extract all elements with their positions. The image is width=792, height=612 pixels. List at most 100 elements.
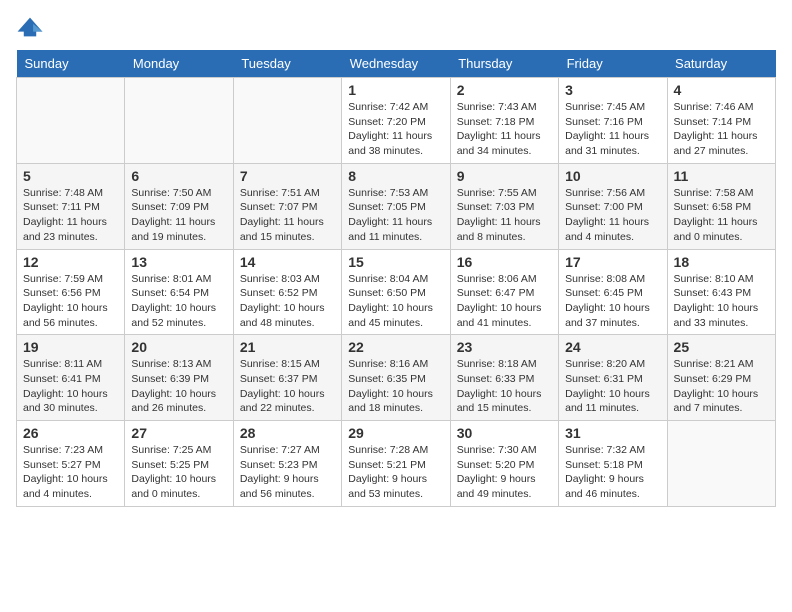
day-info: Sunrise: 8:10 AM Sunset: 6:43 PM Dayligh… xyxy=(674,272,769,331)
calendar-cell: 5 Sunrise: 7:48 AM Sunset: 7:11 PM Daylig… xyxy=(17,163,125,249)
day-info: Sunrise: 8:01 AM Sunset: 6:54 PM Dayligh… xyxy=(131,272,226,331)
day-number: 4 xyxy=(674,82,769,98)
calendar-cell: 25 Sunrise: 8:21 AM Sunset: 6:29 PM Dayli… xyxy=(667,335,775,421)
col-header-saturday: Saturday xyxy=(667,50,775,78)
col-header-thursday: Thursday xyxy=(450,50,558,78)
col-header-wednesday: Wednesday xyxy=(342,50,450,78)
day-number: 9 xyxy=(457,168,552,184)
col-header-monday: Monday xyxy=(125,50,233,78)
day-info: Sunrise: 7:55 AM Sunset: 7:03 PM Dayligh… xyxy=(457,186,552,245)
calendar-cell xyxy=(125,78,233,164)
day-number: 6 xyxy=(131,168,226,184)
day-number: 11 xyxy=(674,168,769,184)
day-info: Sunrise: 7:50 AM Sunset: 7:09 PM Dayligh… xyxy=(131,186,226,245)
calendar-cell: 4 Sunrise: 7:46 AM Sunset: 7:14 PM Daylig… xyxy=(667,78,775,164)
day-number: 25 xyxy=(674,339,769,355)
day-number: 8 xyxy=(348,168,443,184)
col-header-friday: Friday xyxy=(559,50,667,78)
day-number: 13 xyxy=(131,254,226,270)
day-info: Sunrise: 8:06 AM Sunset: 6:47 PM Dayligh… xyxy=(457,272,552,331)
calendar-cell: 30 Sunrise: 7:30 AM Sunset: 5:20 PM Dayli… xyxy=(450,421,558,507)
calendar-cell: 15Sunrise: 8:04 AM Sunset: 6:50 PM Dayli… xyxy=(342,249,450,335)
day-info: Sunrise: 7:23 AM Sunset: 5:27 PM Dayligh… xyxy=(23,443,118,502)
calendar-cell: 24 Sunrise: 8:20 AM Sunset: 6:31 PM Dayli… xyxy=(559,335,667,421)
day-number: 24 xyxy=(565,339,660,355)
logo xyxy=(16,16,48,38)
day-info: Sunrise: 7:32 AM Sunset: 5:18 PM Dayligh… xyxy=(565,443,660,502)
day-info: Sunrise: 8:21 AM Sunset: 6:29 PM Dayligh… xyxy=(674,357,769,416)
day-number: 10 xyxy=(565,168,660,184)
day-number: 30 xyxy=(457,425,552,441)
calendar-cell xyxy=(233,78,341,164)
day-info: Sunrise: 7:42 AM Sunset: 7:20 PM Dayligh… xyxy=(348,100,443,159)
calendar-cell: 29 Sunrise: 7:28 AM Sunset: 5:21 PM Dayli… xyxy=(342,421,450,507)
day-info: Sunrise: 8:18 AM Sunset: 6:33 PM Dayligh… xyxy=(457,357,552,416)
day-info: Sunrise: 7:30 AM Sunset: 5:20 PM Dayligh… xyxy=(457,443,552,502)
day-info: Sunrise: 7:51 AM Sunset: 7:07 PM Dayligh… xyxy=(240,186,335,245)
day-info: Sunrise: 8:16 AM Sunset: 6:35 PM Dayligh… xyxy=(348,357,443,416)
calendar-cell: 7Sunrise: 7:51 AM Sunset: 7:07 PM Daylig… xyxy=(233,163,341,249)
calendar-cell: 23Sunrise: 8:18 AM Sunset: 6:33 PM Dayli… xyxy=(450,335,558,421)
calendar-cell: 26 Sunrise: 7:23 AM Sunset: 5:27 PM Dayli… xyxy=(17,421,125,507)
day-info: Sunrise: 7:27 AM Sunset: 5:23 PM Dayligh… xyxy=(240,443,335,502)
day-number: 29 xyxy=(348,425,443,441)
day-number: 31 xyxy=(565,425,660,441)
day-info: Sunrise: 7:25 AM Sunset: 5:25 PM Dayligh… xyxy=(131,443,226,502)
calendar-cell: 22Sunrise: 8:16 AM Sunset: 6:35 PM Dayli… xyxy=(342,335,450,421)
day-info: Sunrise: 7:59 AM Sunset: 6:56 PM Dayligh… xyxy=(23,272,118,331)
calendar-cell: 28 Sunrise: 7:27 AM Sunset: 5:23 PM Dayli… xyxy=(233,421,341,507)
calendar-cell: 14Sunrise: 8:03 AM Sunset: 6:52 PM Dayli… xyxy=(233,249,341,335)
day-info: Sunrise: 7:58 AM Sunset: 6:58 PM Dayligh… xyxy=(674,186,769,245)
day-info: Sunrise: 7:56 AM Sunset: 7:00 PM Dayligh… xyxy=(565,186,660,245)
day-number: 12 xyxy=(23,254,118,270)
day-number: 2 xyxy=(457,82,552,98)
calendar-cell: 27 Sunrise: 7:25 AM Sunset: 5:25 PM Dayli… xyxy=(125,421,233,507)
calendar-cell: 31 Sunrise: 7:32 AM Sunset: 5:18 PM Dayli… xyxy=(559,421,667,507)
calendar-cell: 16 Sunrise: 8:06 AM Sunset: 6:47 PM Dayli… xyxy=(450,249,558,335)
day-info: Sunrise: 8:15 AM Sunset: 6:37 PM Dayligh… xyxy=(240,357,335,416)
calendar-cell xyxy=(667,421,775,507)
calendar-cell: 10 Sunrise: 7:56 AM Sunset: 7:00 PM Dayli… xyxy=(559,163,667,249)
page-header xyxy=(16,16,776,38)
day-info: Sunrise: 7:48 AM Sunset: 7:11 PM Dayligh… xyxy=(23,186,118,245)
col-header-sunday: Sunday xyxy=(17,50,125,78)
calendar-cell: 18Sunrise: 8:10 AM Sunset: 6:43 PM Dayli… xyxy=(667,249,775,335)
day-number: 19 xyxy=(23,339,118,355)
calendar-cell: 9 Sunrise: 7:55 AM Sunset: 7:03 PM Daylig… xyxy=(450,163,558,249)
calendar-cell: 19 Sunrise: 8:11 AM Sunset: 6:41 PM Dayli… xyxy=(17,335,125,421)
day-info: Sunrise: 8:04 AM Sunset: 6:50 PM Dayligh… xyxy=(348,272,443,331)
calendar-week-row: 19 Sunrise: 8:11 AM Sunset: 6:41 PM Dayli… xyxy=(17,335,776,421)
day-info: Sunrise: 8:13 AM Sunset: 6:39 PM Dayligh… xyxy=(131,357,226,416)
day-info: Sunrise: 7:43 AM Sunset: 7:18 PM Dayligh… xyxy=(457,100,552,159)
day-info: Sunrise: 8:11 AM Sunset: 6:41 PM Dayligh… xyxy=(23,357,118,416)
day-info: Sunrise: 8:20 AM Sunset: 6:31 PM Dayligh… xyxy=(565,357,660,416)
day-number: 21 xyxy=(240,339,335,355)
day-number: 16 xyxy=(457,254,552,270)
day-number: 26 xyxy=(23,425,118,441)
calendar-table: SundayMondayTuesdayWednesdayThursdayFrid… xyxy=(16,50,776,507)
calendar-week-row: 5 Sunrise: 7:48 AM Sunset: 7:11 PM Daylig… xyxy=(17,163,776,249)
calendar-cell: 11 Sunrise: 7:58 AM Sunset: 6:58 PM Dayli… xyxy=(667,163,775,249)
calendar-week-row: 1Sunrise: 7:42 AM Sunset: 7:20 PM Daylig… xyxy=(17,78,776,164)
calendar-cell: 13 Sunrise: 8:01 AM Sunset: 6:54 PM Dayli… xyxy=(125,249,233,335)
calendar-cell: 8 Sunrise: 7:53 AM Sunset: 7:05 PM Daylig… xyxy=(342,163,450,249)
day-number: 28 xyxy=(240,425,335,441)
calendar-header-row: SundayMondayTuesdayWednesdayThursdayFrid… xyxy=(17,50,776,78)
calendar-cell: 12 Sunrise: 7:59 AM Sunset: 6:56 PM Dayli… xyxy=(17,249,125,335)
day-info: Sunrise: 7:53 AM Sunset: 7:05 PM Dayligh… xyxy=(348,186,443,245)
calendar-week-row: 12 Sunrise: 7:59 AM Sunset: 6:56 PM Dayli… xyxy=(17,249,776,335)
calendar-cell xyxy=(17,78,125,164)
day-number: 27 xyxy=(131,425,226,441)
calendar-cell: 2 Sunrise: 7:43 AM Sunset: 7:18 PM Daylig… xyxy=(450,78,558,164)
logo-icon xyxy=(16,16,44,38)
calendar-cell: 17Sunrise: 8:08 AM Sunset: 6:45 PM Dayli… xyxy=(559,249,667,335)
day-info: Sunrise: 7:46 AM Sunset: 7:14 PM Dayligh… xyxy=(674,100,769,159)
day-info: Sunrise: 8:08 AM Sunset: 6:45 PM Dayligh… xyxy=(565,272,660,331)
col-header-tuesday: Tuesday xyxy=(233,50,341,78)
day-info: Sunrise: 7:28 AM Sunset: 5:21 PM Dayligh… xyxy=(348,443,443,502)
day-info: Sunrise: 7:45 AM Sunset: 7:16 PM Dayligh… xyxy=(565,100,660,159)
day-info: Sunrise: 8:03 AM Sunset: 6:52 PM Dayligh… xyxy=(240,272,335,331)
day-number: 5 xyxy=(23,168,118,184)
calendar-cell: 6 Sunrise: 7:50 AM Sunset: 7:09 PM Daylig… xyxy=(125,163,233,249)
calendar-cell: 3Sunrise: 7:45 AM Sunset: 7:16 PM Daylig… xyxy=(559,78,667,164)
